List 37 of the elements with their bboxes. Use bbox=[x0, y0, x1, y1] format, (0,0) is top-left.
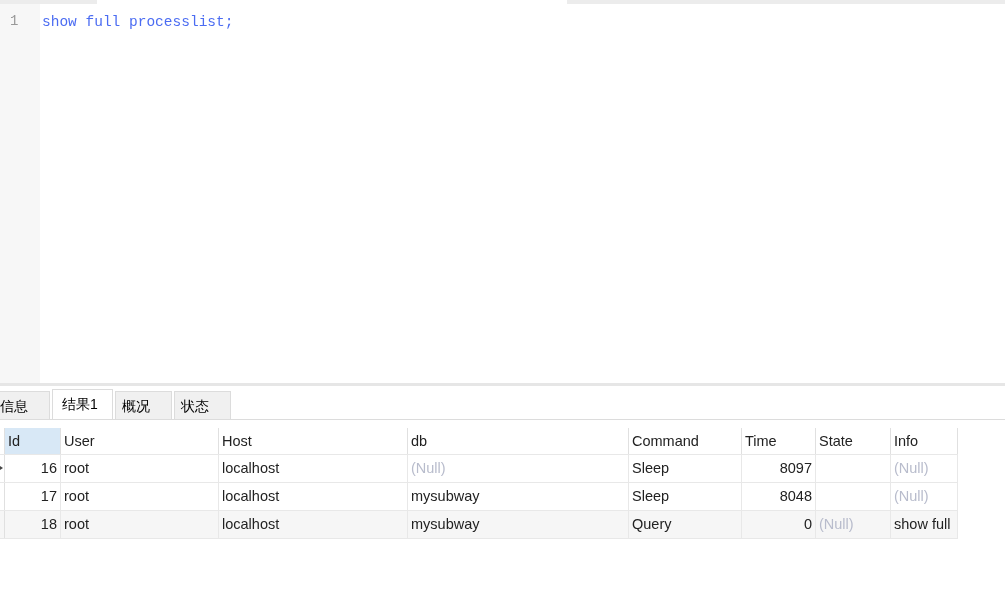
table-cell: 17 bbox=[40, 488, 57, 504]
result-tab[interactable]: 状态 bbox=[174, 391, 231, 419]
table-cell: localhost bbox=[222, 516, 280, 532]
table-cell: root bbox=[64, 516, 89, 532]
column-header[interactable]: State bbox=[816, 428, 891, 454]
table-cell: localhost bbox=[222, 488, 280, 504]
table-cell: root bbox=[64, 488, 89, 504]
table-cell: (Null) bbox=[894, 488, 929, 504]
result-tab[interactable]: 概况 bbox=[115, 391, 172, 419]
table-cell: localhost bbox=[222, 460, 280, 476]
code-line: show full processlist; bbox=[42, 14, 234, 30]
table-cell: Sleep bbox=[632, 488, 670, 504]
table-cell: root bbox=[64, 460, 89, 476]
column-header[interactable]: Time bbox=[742, 428, 816, 454]
column-header[interactable]: User bbox=[61, 428, 219, 454]
result-tab[interactable]: 信息 bbox=[0, 391, 50, 419]
column-header[interactable]: db bbox=[408, 428, 629, 454]
table-cell: (Null) bbox=[411, 460, 446, 476]
result-tab[interactable]: 结果1 bbox=[52, 389, 113, 419]
column-header[interactable]: Host bbox=[219, 428, 408, 454]
table-cell: show full bbox=[894, 516, 951, 532]
table-cell: 16 bbox=[40, 460, 57, 476]
table-cell: 8097 bbox=[779, 460, 812, 476]
table-cell: (Null) bbox=[819, 516, 854, 532]
column-header[interactable]: Command bbox=[629, 428, 742, 454]
table-cell: 18 bbox=[40, 516, 57, 532]
column-header[interactable]: Id bbox=[5, 428, 61, 454]
line-number: 1 bbox=[9, 12, 20, 30]
column-header[interactable]: Info bbox=[891, 428, 958, 454]
table-cell: mysubway bbox=[411, 516, 480, 532]
table-cell: Sleep bbox=[632, 460, 670, 476]
table-cell: Query bbox=[632, 516, 672, 532]
table-cell: 0 bbox=[803, 516, 812, 532]
code-editor[interactable]: 1 show full processlist; bbox=[0, 4, 1005, 386]
table-cell: (Null) bbox=[894, 460, 929, 476]
table-cell: 8048 bbox=[779, 488, 812, 504]
table-cell: mysubway bbox=[411, 488, 480, 504]
